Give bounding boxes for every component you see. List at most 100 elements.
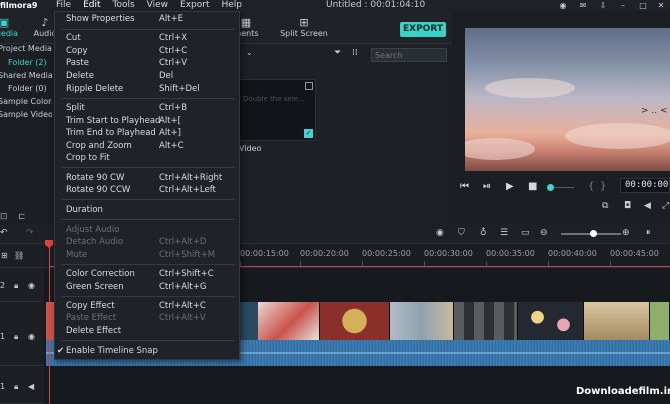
tab-split-screen[interactable]: ⊞ Split Screen [280,16,328,39]
pause-icon[interactable]: ⏸ [646,228,651,238]
eye-icon[interactable]: ◉ [28,332,35,341]
menu-item-mute[interactable]: Mute Ctrl+Shift+M [55,249,241,261]
step-back-icon[interactable]: ⏯ [483,181,491,192]
split-screen-icon: ⊞ [299,16,309,29]
maximize-icon[interactable]: □ [638,1,648,10]
menu-help[interactable]: Help [222,0,243,11]
menu-view[interactable]: View [147,0,168,11]
close-icon[interactable]: ✕ [656,1,666,10]
download-icon[interactable]: ⇩ [598,1,608,10]
menu-item-copy-effect[interactable]: Copy Effect Ctrl+Alt+C [55,300,241,312]
menu-export[interactable]: Export [180,0,209,11]
voiceover-icon[interactable]: ▭ [521,228,530,238]
track-header-tools: ⊞ ⛓ [0,244,44,268]
sidebar-item-shared-media[interactable]: Shared Media (0) [0,71,52,80]
menu-item-show-properties[interactable]: Show Properties Alt+E [55,13,241,25]
track-header-video-2: 2 🔒︎ ◉ [0,268,44,302]
cloud-shape [565,123,670,149]
lock-icon[interactable]: 🔒︎ [14,382,18,392]
ruler-tick-label: 00:00:15:00 [240,249,289,258]
media-thumbnail[interactable]: Double the sele... ✓ [238,79,316,141]
menu-item-trim-end[interactable]: Trim End to Playhead Alt+] [55,127,241,139]
zoom-out-icon[interactable]: ⊖ [540,228,548,238]
sidebar-item-sample-video[interactable]: Sample Video (2 [0,110,52,119]
menu-item-rotate-cw[interactable]: Rotate 90 CW Ctrl+Alt+Right [55,172,241,184]
video-clip[interactable] [320,302,390,340]
menu-bar: File Edit Tools View Export Help [56,0,242,11]
tab-media[interactable]: ▣ Media [0,17,18,39]
lock-icon[interactable]: 🔒︎ [14,281,18,291]
video-clip[interactable] [518,302,584,340]
video-clip[interactable] [390,302,454,340]
stop-icon[interactable]: ■ [528,181,537,192]
thumbnail-label: Video [239,144,262,153]
skip-back-icon[interactable]: ⏮ [460,181,469,192]
chevron-down-icon[interactable]: ⌄ [246,48,253,57]
menu-item-split[interactable]: Split Ctrl+B [55,102,241,114]
menu-item-paste-effect[interactable]: Paste Effect Ctrl+Alt+V [55,312,241,324]
menu-item-adjust-audio[interactable]: Adjust Audio [55,224,241,236]
menu-item-duration[interactable]: Duration [55,204,241,216]
menu-item-detach-audio[interactable]: Detach Audio Ctrl+Alt+D [55,236,241,248]
menu-item-delete-effect[interactable]: Delete Effect [55,325,241,337]
menu-tools[interactable]: Tools [113,0,135,11]
filter-icon[interactable]: ⏷ [334,48,341,58]
menu-item-color-correction[interactable]: Color Correction Ctrl+Shift+C [55,268,241,280]
fullscreen-icon[interactable]: ⤢ [662,201,669,211]
watermark-text: Downloadefilm.ir [576,386,670,397]
menu-item-delete[interactable]: Delete Del [55,70,241,82]
menu-item-ripple-delete[interactable]: Ripple Delete Shift+Del [55,83,241,95]
undo-icon[interactable]: ↶ [0,228,8,238]
volume-icon[interactable]: ◀ [644,201,651,211]
play-icon[interactable]: ▶ [506,181,514,192]
mark-out-icon[interactable]: } [600,181,606,192]
menu-item-copy[interactable]: Copy Ctrl+C [55,45,241,57]
export-button[interactable]: EXPORT [400,22,446,37]
menu-edit[interactable]: Edit [83,0,100,11]
snapshot-icon[interactable]: ◘ [624,201,631,211]
grid-view-icon[interactable]: ⁞⁞ [352,48,358,58]
search-input[interactable] [371,48,447,62]
lock-icon[interactable]: 🔒︎ [14,332,18,342]
sidebar-item-project-media[interactable]: Project Media (2) [0,44,52,53]
eye-icon[interactable]: ◉ [28,281,35,290]
mail-icon[interactable]: ✉ [578,1,588,10]
preview-panel: > .. < ⏮ ⏯ ▶ ■ { } 00:00:00:1 ⧉ ◘ ◀ ⤢ [452,11,670,224]
menu-item-paste[interactable]: Paste Ctrl+V [55,57,241,69]
add-folder-icon[interactable]: ⊡ [0,212,8,222]
menu-separator [61,264,235,265]
sidebar-item-sample-colors[interactable]: Sample Colors (1 [0,97,52,106]
add-track-icon[interactable]: ⊞ [1,251,8,260]
menu-file[interactable]: File [56,0,71,11]
menu-item-enable-timeline-snap[interactable]: ✔ Enable Timeline Snap [55,345,241,357]
account-icon[interactable]: ◉ [558,1,568,10]
scrub-handle[interactable] [547,184,554,191]
menu-item-crop-to-fit[interactable]: Crop to Fit [55,152,241,164]
display-icon[interactable]: ⧉ [602,201,608,211]
render-icon[interactable]: ◉ [436,228,444,238]
cloud-shape [465,138,535,160]
video-clip[interactable] [258,302,320,340]
redo-icon[interactable]: ↷ [26,228,34,238]
menu-item-cut[interactable]: Cut Ctrl+X [55,32,241,44]
video-clip[interactable] [454,302,518,340]
minimize-icon[interactable]: – [618,1,628,10]
menu-item-trim-start[interactable]: Trim Start to Playhead Alt+[ [55,115,241,127]
menu-item-rotate-ccw[interactable]: Rotate 90 CCW Ctrl+Alt+Left [55,184,241,196]
app-logo: filmora9 [0,1,38,10]
marker-icon[interactable]: ⛉ [458,228,465,238]
folder-icon[interactable]: ⊏ [18,212,26,222]
audio-mixer-icon[interactable]: ☰ [500,228,508,238]
zoom-in-icon[interactable]: ⊕ [622,228,630,238]
video-clip[interactable] [584,302,650,340]
scrub-track[interactable] [554,187,574,188]
playhead-line[interactable] [49,242,50,404]
menu-item-green-screen[interactable]: Green Screen Ctrl+Alt+G [55,281,241,293]
zoom-slider-handle[interactable] [590,230,597,237]
microphone-icon[interactable]: ♁ [480,228,487,238]
menu-item-crop-and-zoom[interactable]: Crop and Zoom Alt+C [55,140,241,152]
video-clip[interactable] [650,302,670,340]
speaker-icon[interactable]: ◀ [28,382,34,391]
mark-in-icon[interactable]: { [588,181,594,192]
link-icon[interactable]: ⛓ [14,251,24,260]
